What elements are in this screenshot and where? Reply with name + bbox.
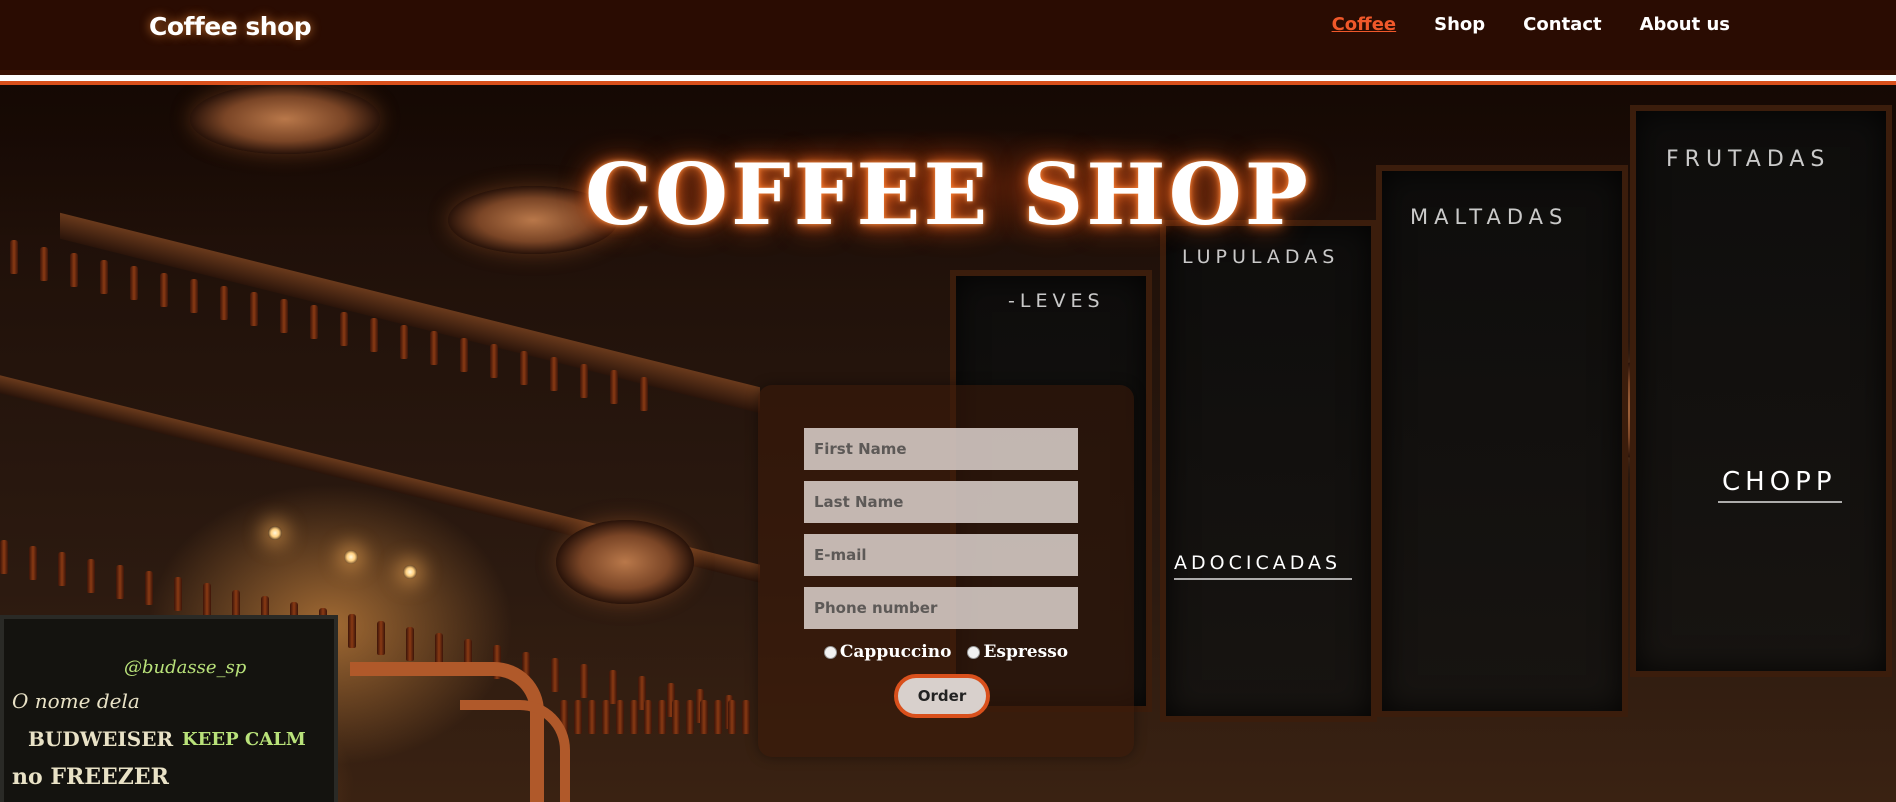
bottle	[87, 558, 95, 593]
bottle	[406, 626, 414, 661]
bottle	[490, 344, 498, 378]
bottle	[10, 240, 18, 274]
chalkboard-sign: @budasse_sp O nome dela BUDWEISER KEEP C…	[0, 615, 338, 802]
bottle	[220, 285, 228, 320]
nav-link-contact[interactable]: Contact	[1523, 14, 1601, 35]
bottle	[29, 546, 37, 581]
chalk-text: O nome dela	[12, 689, 140, 713]
bottle	[100, 259, 108, 294]
board-divider	[1718, 501, 1842, 503]
bottle	[714, 700, 722, 734]
bottle	[70, 253, 78, 287]
option-label: Espresso	[983, 642, 1069, 662]
last-name-input[interactable]	[804, 481, 1078, 523]
chalk-text: KEEP CALM	[182, 729, 306, 750]
chalk-text: no FREEZER	[12, 764, 169, 790]
bottle	[640, 376, 648, 411]
bottle	[145, 571, 153, 605]
bottle	[340, 311, 348, 346]
email-input[interactable]	[804, 534, 1078, 576]
nav-links: Coffee Shop Contact About us	[1332, 14, 1730, 35]
bottle	[728, 700, 736, 734]
board-title: CHOPP	[1722, 467, 1837, 497]
bottle	[174, 577, 182, 612]
spotlight	[268, 526, 282, 540]
bottle	[0, 540, 8, 574]
bottle	[160, 272, 168, 307]
page: -LEVES LUPULADAS ADOCICADAS MALTADAS FRU…	[0, 0, 1896, 802]
bottle	[644, 700, 652, 734]
bottle	[658, 700, 666, 734]
bottle	[203, 583, 211, 618]
bottle	[686, 700, 694, 734]
bottle	[280, 298, 288, 333]
ceiling-lamp	[190, 84, 380, 154]
nav-link-about-us[interactable]: About us	[1640, 14, 1730, 35]
bottle	[430, 331, 438, 365]
bottle	[40, 246, 48, 281]
option-label: Cappuccino	[839, 642, 952, 662]
bottle	[580, 664, 588, 698]
board-divider	[1174, 578, 1352, 580]
chalk-text: BUDWEISER	[28, 727, 174, 751]
bottle	[672, 700, 680, 734]
nav-link-shop[interactable]: Shop	[1434, 14, 1485, 35]
bottle	[742, 700, 750, 734]
hero-title: COFFEE SHOP	[585, 145, 1311, 244]
bottle	[58, 552, 66, 587]
bottle	[616, 700, 624, 734]
phone-input[interactable]	[804, 587, 1078, 629]
menu-board-maltadas: MALTADAS	[1376, 165, 1628, 717]
bottle	[551, 657, 559, 692]
bottle	[630, 700, 638, 734]
bottle	[520, 350, 528, 385]
bottle	[377, 620, 385, 655]
radio-cappuccino[interactable]	[823, 645, 837, 659]
bottle	[580, 363, 588, 398]
spotlight	[344, 550, 358, 564]
option-espresso[interactable]: Espresso	[967, 642, 1068, 662]
spotlight	[403, 565, 417, 579]
bottle	[610, 370, 618, 404]
bottle	[190, 279, 198, 313]
bottle	[116, 564, 124, 599]
bottle	[370, 318, 378, 352]
bottle	[310, 305, 318, 339]
navbar: Coffee shop Coffee Shop Contact About us	[0, 0, 1896, 70]
bottle	[400, 324, 408, 359]
bottle	[700, 700, 708, 734]
order-button[interactable]: Order	[894, 674, 990, 718]
chalk-text: @budasse_sp	[124, 657, 247, 678]
bottle	[460, 337, 468, 372]
bottle	[574, 700, 582, 734]
bottle	[609, 670, 617, 705]
drink-options: Cappuccino Espresso	[758, 642, 1134, 662]
radio-espresso[interactable]	[967, 645, 981, 659]
menu-board-lupuladas: LUPULADAS ADOCICADAS	[1160, 220, 1377, 722]
first-name-input[interactable]	[804, 428, 1078, 470]
board-title: ADOCICADAS	[1174, 552, 1342, 574]
bottle	[588, 700, 596, 734]
bottle	[348, 614, 356, 649]
board-title: -LEVES	[1008, 290, 1105, 312]
brand-logo[interactable]: Coffee shop	[149, 12, 312, 41]
bottle	[602, 700, 610, 734]
pendant-lamp	[556, 520, 694, 604]
order-form: Cappuccino Espresso Order	[758, 385, 1134, 757]
bottle	[250, 292, 258, 326]
board-title: LUPULADAS	[1182, 246, 1340, 268]
beer-tap-pipe	[460, 700, 570, 802]
bottle	[130, 266, 138, 300]
option-cappuccino[interactable]: Cappuccino	[823, 642, 952, 662]
navbar-stripe-accent	[0, 81, 1896, 85]
nav-link-coffee[interactable]: Coffee	[1332, 14, 1397, 35]
bottle	[550, 357, 558, 391]
